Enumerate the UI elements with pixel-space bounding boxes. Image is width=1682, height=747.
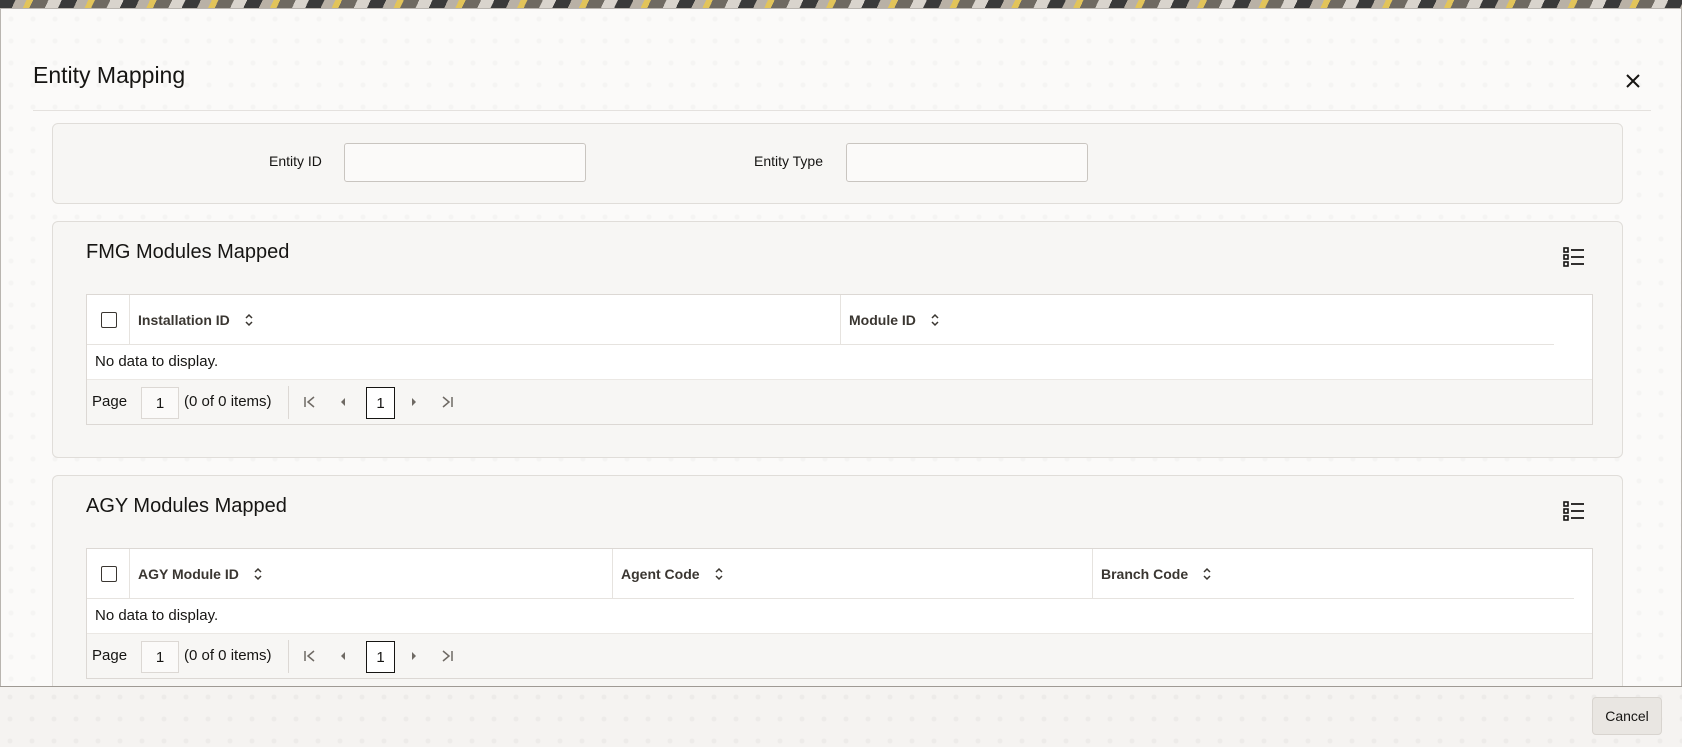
page-label: Page [92,393,128,410]
select-all-checkbox[interactable] [101,566,117,582]
column-header-agent-code[interactable]: Agent Code [612,549,1092,599]
close-icon [1626,74,1640,88]
sort-icon[interactable] [714,567,724,581]
entity-id-field[interactable] [344,143,586,182]
agy-pagination: Page 1 (0 of 0 items) 1 [87,633,1592,678]
item-count: (0 of 0 items) [184,647,272,664]
last-page-icon [442,650,453,662]
previous-page-button[interactable] [332,391,354,413]
sort-icon[interactable] [244,313,254,327]
last-page-button[interactable] [436,391,458,413]
close-button[interactable] [1619,67,1647,95]
agy-table: AGY Module ID Agent Code Branch Code No … [86,548,1593,679]
empty-table-message: No data to display. [95,353,219,370]
agy-table-header: AGY Module ID Agent Code Branch Code [87,549,1574,599]
page-number-input[interactable]: 1 [141,387,179,419]
previous-page-icon [341,652,345,660]
fmg-table-header: Installation ID Module ID [87,295,1554,345]
current-page-button[interactable]: 1 [366,641,395,673]
current-page-button[interactable]: 1 [366,387,395,419]
fmg-section-title: FMG Modules Mapped [86,241,290,263]
list-view-icon [1563,247,1584,267]
last-page-icon [442,396,453,408]
entity-id-label: Entity ID [269,153,322,169]
fmg-modules-panel: FMG Modules Mapped Installation ID Modul… [52,221,1623,458]
next-page-button[interactable] [403,645,425,667]
sort-icon[interactable] [1202,567,1212,581]
next-page-icon [412,398,416,406]
sort-icon[interactable] [253,567,263,581]
pager-divider [288,386,289,419]
fmg-table: Installation ID Module ID No data to dis… [86,294,1593,425]
entity-type-label: Entity Type [754,153,824,169]
page-label: Page [92,647,128,664]
list-view-icon [1563,501,1584,521]
title-divider [33,110,1651,111]
first-page-button[interactable] [299,645,321,667]
entity-mapping-dialog: Entity Mapping Entity ID Entity Type FMG… [0,8,1682,747]
last-page-button[interactable] [436,645,458,667]
dialog-title: Entity Mapping [33,62,186,88]
page-number-input[interactable]: 1 [141,641,179,673]
column-header-branch-code[interactable]: Branch Code [1092,549,1574,599]
column-header-module-id[interactable]: Module ID [840,295,1554,345]
top-banner [0,0,1682,8]
pager-divider [288,640,289,673]
column-header-installation-id[interactable]: Installation ID [129,295,840,345]
first-page-icon [304,396,315,408]
column-management-button[interactable] [1563,246,1589,272]
previous-page-icon [341,398,345,406]
column-management-button[interactable] [1563,500,1589,526]
agy-section-title: AGY Modules Mapped [86,495,287,517]
first-page-icon [304,650,315,662]
cancel-button[interactable]: Cancel [1592,697,1662,735]
sort-icon[interactable] [930,313,940,327]
previous-page-button[interactable] [332,645,354,667]
empty-table-message: No data to display. [95,607,219,624]
first-page-button[interactable] [299,391,321,413]
agy-modules-panel: AGY Modules Mapped AGY Module ID Agent C… [52,475,1623,695]
filter-panel: Entity ID Entity Type [52,123,1623,204]
fmg-pagination: Page 1 (0 of 0 items) 1 [87,379,1592,424]
next-page-button[interactable] [403,391,425,413]
select-all-checkbox[interactable] [101,312,117,328]
column-header-agy-module-id[interactable]: AGY Module ID [129,549,612,599]
next-page-icon [412,652,416,660]
dialog-footer: Cancel [0,686,1682,747]
item-count: (0 of 0 items) [184,393,272,410]
entity-type-field[interactable] [846,143,1088,182]
